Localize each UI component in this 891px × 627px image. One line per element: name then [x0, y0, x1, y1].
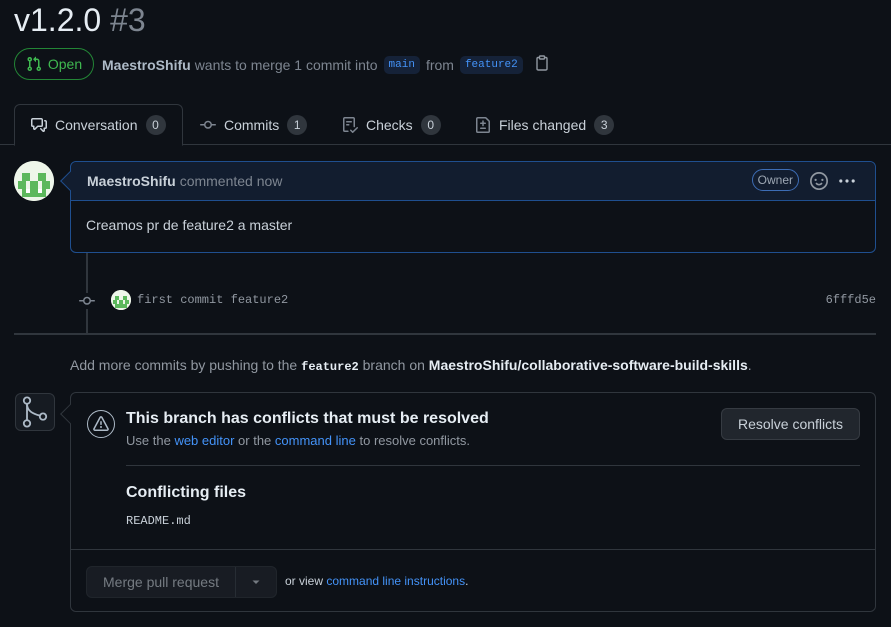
file-diff-icon	[476, 116, 490, 133]
comment-timestamp[interactable]: commented now	[180, 173, 283, 189]
pr-meta-line: MaestroShifu wants to merge 1 commit int…	[102, 55, 549, 74]
merge-pointer	[60, 404, 80, 424]
comment-discussion-icon	[31, 118, 47, 132]
cli-instructions-link[interactable]: command line instructions	[326, 574, 465, 588]
comment-body: Creamos pr de feature2 a master	[86, 217, 293, 233]
merge-box: This branch has conflicts that must be r…	[60, 392, 876, 612]
merge-options-dropdown[interactable]	[236, 567, 276, 597]
merge-footer: Merge pull request or view command line …	[71, 549, 875, 611]
tab-label: Files changed	[499, 116, 587, 133]
conflicting-file: README.md	[126, 514, 191, 528]
or-view-text: or view command line instructions.	[285, 574, 468, 588]
push-hint-branch: feature2	[301, 360, 359, 374]
conflict-sub-prefix: Use the	[126, 433, 171, 448]
pr-state-label: Open	[47, 56, 83, 72]
triangle-down-icon	[252, 580, 260, 584]
pr-number: #3	[110, 2, 146, 38]
alert-icon	[87, 410, 115, 438]
repo-link[interactable]: MaestroShifu/collaborative-software-buil…	[429, 357, 748, 373]
conflict-subtitle: Use the web editor or the command line t…	[126, 433, 470, 448]
pr-title: v1.2.0 #3	[14, 2, 146, 39]
merge-pull-request-button[interactable]: Merge pull request	[87, 567, 236, 597]
pr-author-link[interactable]: MaestroShifu	[102, 57, 191, 73]
commit-message[interactable]: first commit feature2	[137, 293, 288, 307]
commit-sha[interactable]: 6fffd5e	[826, 293, 876, 307]
tab-commits[interactable]: Commits 1	[184, 104, 323, 145]
tab-label: Conversation	[55, 117, 138, 133]
avatar[interactable]	[14, 161, 54, 201]
tab-checks[interactable]: Checks 0	[326, 104, 457, 145]
kebab-menu-icon[interactable]	[838, 172, 856, 193]
commit-avatar[interactable]	[111, 290, 131, 310]
tab-counter: 1	[287, 114, 308, 135]
web-editor-link[interactable]: web editor	[174, 433, 234, 448]
merge-inner-divider	[126, 465, 860, 466]
push-hint-middle: branch on	[362, 357, 425, 373]
conflict-sub-or: or the	[238, 433, 272, 448]
tab-counter: 0	[420, 114, 441, 135]
pr-tabbar: Conversation 0 Commits 1 Checks 0 Files …	[0, 104, 891, 146]
resolve-conflicts-button[interactable]: Resolve conflicts	[721, 408, 860, 440]
checklist-icon	[343, 116, 358, 133]
from-text: from	[425, 56, 454, 73]
conflict-sub-suffix: to resolve conflicts.	[359, 433, 471, 448]
git-commit-icon	[200, 120, 216, 129]
tab-conversation[interactable]: Conversation 0	[14, 104, 183, 146]
git-commit-icon	[79, 293, 95, 312]
push-hint-suffix: .	[747, 357, 752, 373]
conflicting-files-title: Conflicting files	[126, 484, 246, 501]
command-line-link[interactable]: command line	[275, 433, 356, 448]
base-branch-ref[interactable]: main	[383, 55, 420, 74]
conflict-title: This branch has conflicts that must be r…	[126, 410, 489, 427]
or-view-prefix: or view	[285, 574, 324, 588]
tab-counter: 3	[594, 114, 615, 135]
git-merge-icon	[15, 393, 55, 431]
push-hint: Add more commits by pushing to the featu…	[70, 357, 752, 374]
smiley-icon[interactable]	[810, 172, 828, 193]
timeline-divider	[14, 333, 876, 335]
copy-icon[interactable]	[535, 55, 549, 74]
owner-badge: Owner	[751, 169, 799, 191]
comment-box: MaestroShifu commented now Owner Creamos…	[60, 161, 876, 253]
tab-files-changed[interactable]: Files changed 3	[459, 104, 630, 145]
comment-author[interactable]: MaestroShifu	[87, 173, 176, 189]
tab-counter: 0	[145, 115, 166, 135]
git-pull-request-icon	[27, 56, 41, 72]
or-view-period: .	[465, 574, 469, 588]
pr-title-text: v1.2.0	[14, 2, 102, 38]
tab-label: Checks	[366, 116, 413, 133]
head-branch-ref[interactable]: feature2	[459, 55, 523, 74]
tab-label: Commits	[224, 116, 280, 133]
pr-state-badge: Open	[14, 48, 94, 80]
merge-text: wants to merge 1 commit into	[194, 56, 378, 73]
push-hint-prefix: Add more commits by pushing to the	[70, 357, 298, 373]
merge-button-group: Merge pull request	[86, 566, 277, 598]
